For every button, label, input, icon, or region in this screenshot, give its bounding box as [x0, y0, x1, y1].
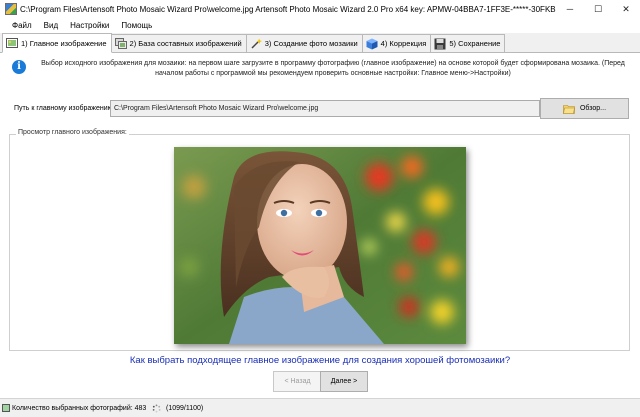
- status-bar: Количество выбранных фотографий: 483 (10…: [0, 398, 640, 417]
- main-image-preview: [174, 147, 466, 344]
- main-image-path-field[interactable]: C:\Program Files\Artensoft Photo Mosaic …: [110, 100, 540, 117]
- tab-label: 3) Создание фото мозаики: [264, 39, 358, 48]
- tab-label: 4) Коррекция: [380, 39, 427, 48]
- help-link[interactable]: Как выбрать подходящее главное изображен…: [0, 355, 640, 366]
- selected-photos-count: Количество выбранных фотографий: 483: [12, 404, 147, 412]
- tab-label: 5) Сохранение: [449, 39, 501, 48]
- next-button[interactable]: Далее >: [320, 371, 368, 392]
- tab-label: 2) База составных изображений: [129, 39, 242, 48]
- title-bar: C:\Program Files\Artensoft Photo Mosaic …: [0, 0, 640, 18]
- back-button[interactable]: < Назад: [273, 371, 322, 392]
- maximize-button[interactable]: ☐: [584, 0, 612, 18]
- folder-open-icon: [563, 104, 575, 114]
- app-icon: [5, 3, 17, 15]
- path-label: Путь к главному изображению:: [14, 105, 115, 112]
- tab-correction[interactable]: 4) Коррекция: [361, 34, 432, 52]
- preview-group-label: Просмотр главного изображения:: [16, 129, 129, 136]
- photos-icon: [2, 404, 10, 412]
- tab-save[interactable]: 5) Сохранение: [430, 34, 506, 52]
- floppy-disk-icon: [434, 38, 446, 49]
- main-image-icon: [6, 38, 18, 48]
- info-icon: i: [12, 60, 26, 74]
- progress-text: (1099/1100): [166, 404, 204, 412]
- menu-settings[interactable]: Настройки: [64, 21, 115, 30]
- window-title: C:\Program Files\Artensoft Photo Mosaic …: [20, 4, 556, 14]
- wizard-tabs: 1) Главное изображение 2) База составных…: [0, 33, 640, 53]
- loading-spinner-icon: [152, 403, 161, 413]
- tab-image-database[interactable]: 2) База составных изображений: [110, 34, 247, 52]
- browse-button[interactable]: Обзор...: [540, 98, 629, 119]
- main-content: i Выбор исходного изображения для мозаик…: [0, 53, 640, 398]
- menu-bar: Файл Вид Настройки Помощь: [0, 18, 640, 33]
- magic-wand-icon: [251, 38, 262, 49]
- tab-main-image[interactable]: 1) Главное изображение: [2, 33, 112, 53]
- tab-label: 1) Главное изображение: [21, 38, 107, 48]
- menu-help[interactable]: Помощь: [115, 21, 158, 30]
- cube-icon: [366, 38, 378, 49]
- close-button[interactable]: ✕: [612, 0, 640, 18]
- minimize-button[interactable]: ─: [556, 0, 584, 18]
- menu-file[interactable]: Файл: [6, 21, 38, 30]
- browse-label: Обзор...: [579, 105, 607, 112]
- image-database-icon: [114, 37, 127, 49]
- menu-view[interactable]: Вид: [38, 21, 64, 30]
- tab-create-mosaic[interactable]: 3) Создание фото мозаики: [245, 34, 363, 52]
- preview-group: Просмотр главного изображения:: [9, 129, 630, 351]
- info-text: Выбор исходного изображения для мозаики:…: [41, 60, 625, 77]
